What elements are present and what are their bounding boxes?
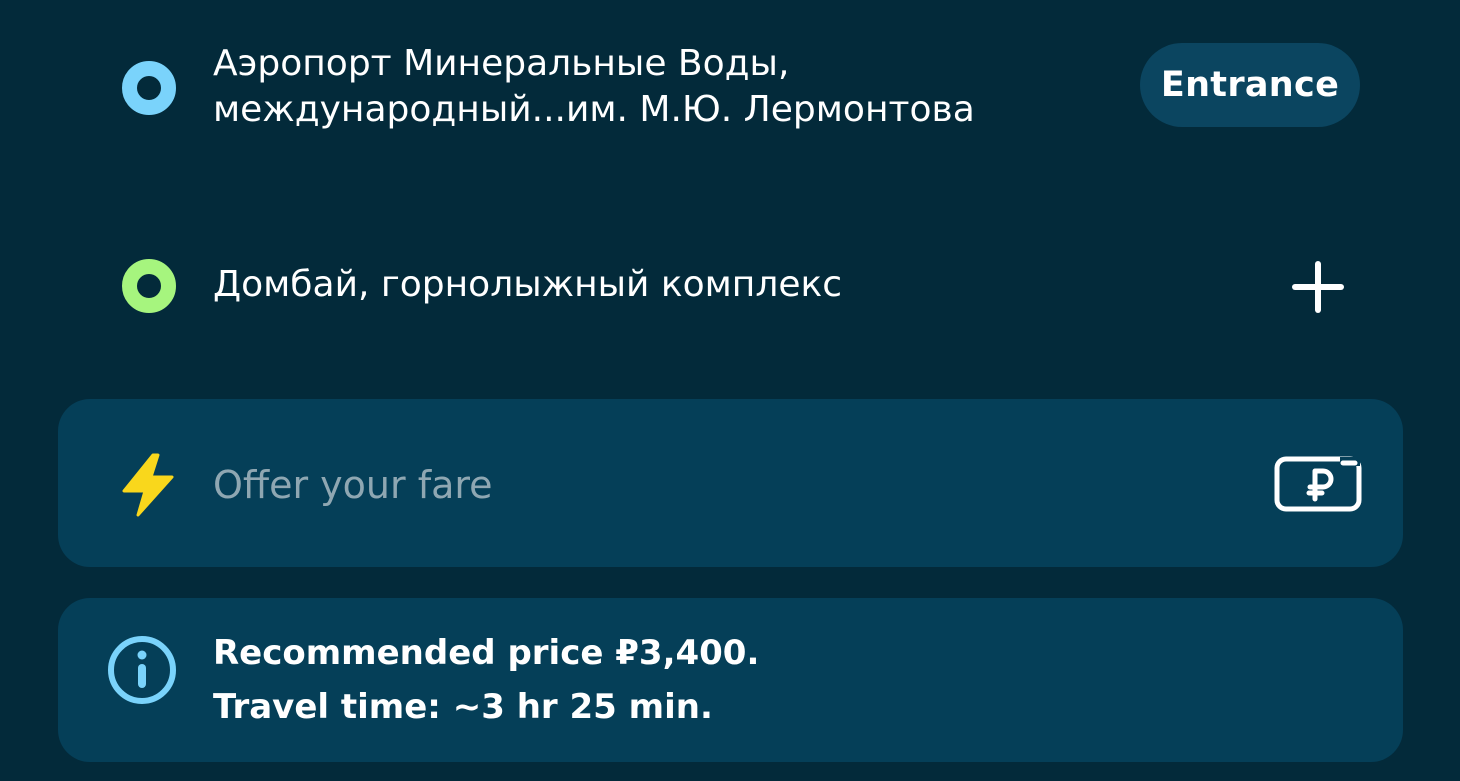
destination-address-text: Домбай, горнолыжный комплекс [213,264,843,305]
destination-point-icon [122,259,176,313]
pickup-address-line1: Аэропорт Минеральные Воды, [213,43,790,84]
ruble-payment-icon[interactable] [1274,455,1364,515]
order-screen: Аэропорт Минеральные Воды, международный… [0,0,1460,781]
recommended-price-text: Recommended price ₽3,400. [213,633,760,673]
pickup-point-icon [122,61,176,115]
travel-time-text: Travel time: ~3 hr 25 min. [213,687,713,727]
info-icon [108,636,176,704]
fare-input[interactable] [213,455,1253,515]
pickup-address-line2: международный...им. М.Ю. Лермонтова [213,89,975,130]
destination-address[interactable]: Домбай, горнолыжный комплекс [213,262,842,308]
pickup-row[interactable]: Аэропорт Минеральные Воды, международный… [0,40,1460,136]
recommendation-text: Recommended price ₽3,400. Travel time: ~… [213,626,759,734]
plus-icon[interactable] [1288,256,1350,318]
destination-row[interactable]: Домбай, горнолыжный комплекс [0,240,1460,332]
lightning-icon [122,453,174,517]
entrance-button[interactable]: Entrance [1140,43,1360,127]
pickup-address[interactable]: Аэропорт Минеральные Воды, международный… [213,41,975,133]
